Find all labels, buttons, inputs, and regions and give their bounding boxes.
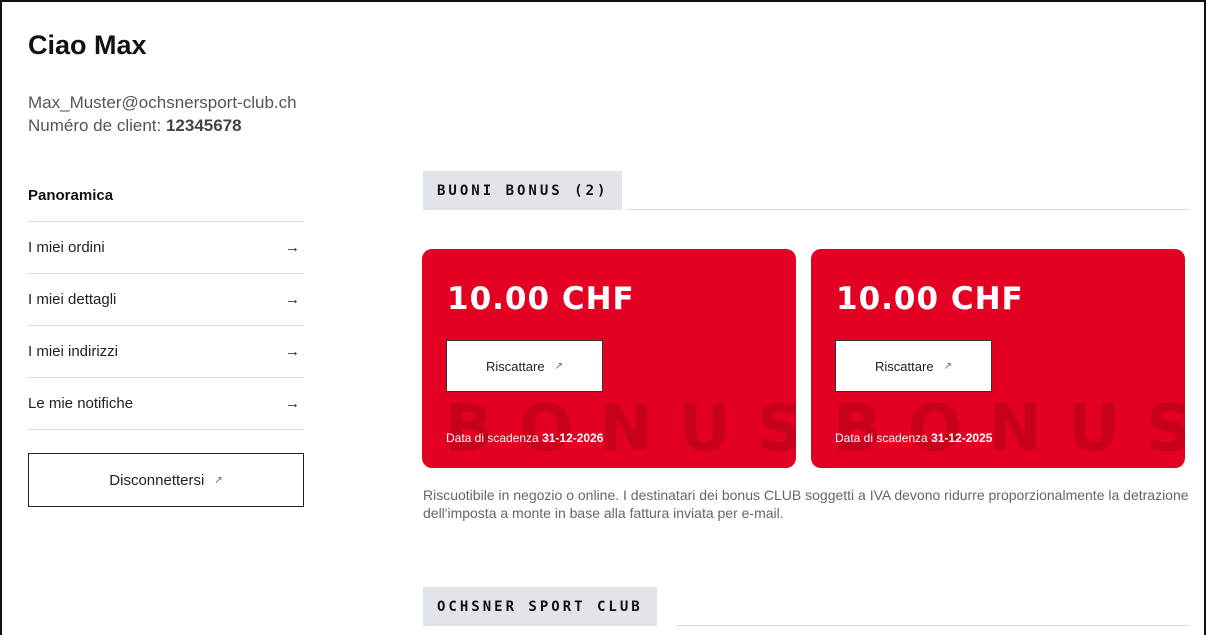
- voucher-amount: 10.00 CHF: [836, 281, 1024, 317]
- redeem-label: Riscattare: [875, 358, 934, 374]
- arrow-up-right-icon: ↗: [214, 474, 223, 486]
- client-number: Numéro de client: 12345678: [28, 116, 242, 136]
- sidebar-item-notifications[interactable]: Le mie notifiche →: [28, 378, 304, 430]
- arrow-up-right-icon: ↗: [554, 360, 563, 372]
- expiry-label: Data di scadenza: [446, 431, 543, 445]
- account-sidebar: Panoramica I miei ordini → I miei dettag…: [28, 170, 304, 430]
- client-number-value: 12345678: [165, 116, 242, 135]
- bonus-voucher-card: BONUS 10.00 CHF Riscattare ↗ Data di sca…: [811, 249, 1185, 468]
- logout-button[interactable]: Disconnettersi ↗: [28, 453, 304, 507]
- client-number-label: Numéro de client:: [28, 116, 166, 135]
- user-email: Max_Muster@ochsnersport-club.ch: [28, 93, 297, 112]
- sidebar-item-addresses[interactable]: I miei indirizzi →: [28, 326, 304, 378]
- page-title: Ciao Max: [28, 30, 147, 60]
- arrow-right-icon: →: [285, 395, 300, 412]
- sidebar-item-label: I miei dettagli: [28, 291, 117, 308]
- sidebar-item-details[interactable]: I miei dettagli →: [28, 274, 304, 326]
- arrow-up-right-icon: ↗: [943, 360, 952, 372]
- voucher-expiry: Data di scadenza 31-12-2026: [446, 431, 603, 445]
- bonus-voucher-card: BONUS 10.00 CHF Riscattare ↗ Data di sca…: [422, 249, 796, 468]
- redeem-label: Riscattare: [486, 358, 545, 374]
- section-divider: [626, 209, 1190, 210]
- bonus-disclaimer: Riscuotibile in negozio o online. I dest…: [423, 487, 1189, 521]
- sidebar-item-label: I miei indirizzi: [28, 343, 119, 360]
- bonus-section-title: BUONI BONUS (2): [423, 171, 623, 210]
- arrow-right-icon: →: [285, 291, 300, 308]
- bonus-watermark: BONUS: [833, 392, 1185, 466]
- expiry-date: 31-12-2026: [542, 431, 604, 445]
- redeem-button[interactable]: Riscattare ↗: [446, 340, 603, 392]
- redeem-button[interactable]: Riscattare ↗: [835, 340, 992, 392]
- section-divider: [676, 625, 1190, 626]
- sidebar-heading: Panoramica: [28, 170, 304, 222]
- logout-label: Disconnettersi: [109, 471, 205, 489]
- voucher-amount: 10.00 CHF: [447, 281, 635, 317]
- sidebar-item-orders[interactable]: I miei ordini →: [28, 222, 304, 274]
- bonus-watermark: BONUS: [444, 392, 796, 466]
- club-section-title: OCHSNER SPORT CLUB: [423, 587, 657, 626]
- arrow-right-icon: →: [285, 239, 300, 256]
- sidebar-item-label: Le mie notifiche: [28, 395, 134, 412]
- voucher-expiry: Data di scadenza 31-12-2025: [835, 431, 992, 445]
- sidebar-item-label: I miei ordini: [28, 239, 105, 256]
- expiry-label: Data di scadenza: [835, 431, 932, 445]
- expiry-date: 31-12-2025: [931, 431, 993, 445]
- arrow-right-icon: →: [285, 343, 300, 360]
